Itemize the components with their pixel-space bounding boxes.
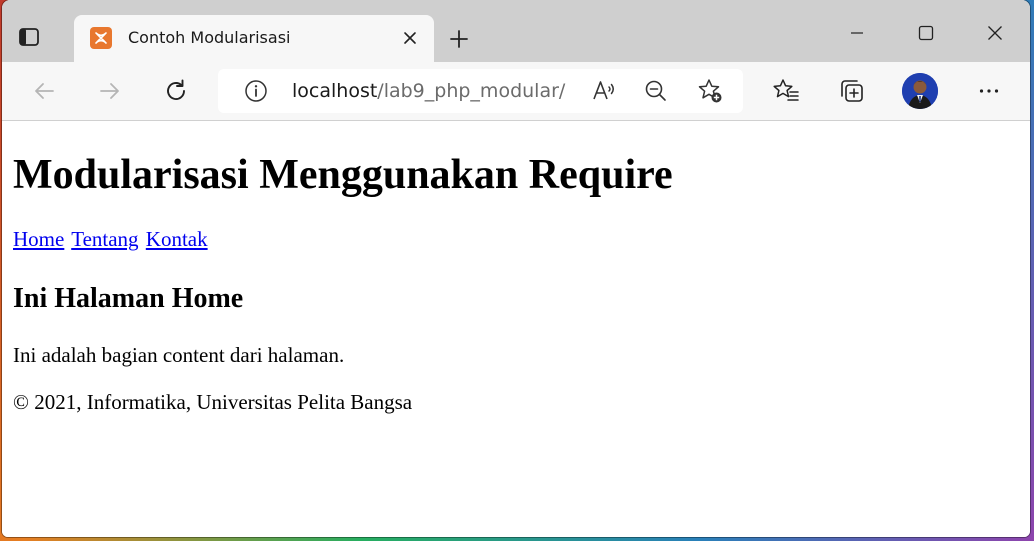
favorites-icon [773,79,799,101]
info-icon [245,80,267,102]
avatar[interactable] [902,73,938,109]
section-heading: Ini Halaman Home [13,283,244,314]
forward-button[interactable] [92,73,128,109]
more-menu-button[interactable] [971,73,1007,109]
close-icon [404,32,416,44]
navigation-toolbar: localhost/lab9_php_modular/ [2,62,1030,121]
close-icon [988,26,1002,40]
xampp-icon [90,27,112,49]
tab-actions-icon [19,28,39,46]
collections-icon [841,80,863,102]
back-arrow-icon [35,83,54,99]
tab-close-button[interactable] [400,28,420,48]
new-tab-button[interactable] [444,24,474,54]
zoom-out-button[interactable] [642,77,670,105]
back-button[interactable] [26,73,62,109]
more-icon [979,89,999,93]
tab-title: Contoh Modularisasi [128,28,291,47]
content-paragraph: Ini adalah bagian content dari halaman. [13,343,345,367]
maximize-button[interactable] [911,18,941,48]
browser-window: Contoh Modularisasi localhost/lab9_php_m… [2,0,1030,537]
favorites-button[interactable] [768,73,804,109]
site-nav: Home Tentang Kontak [13,227,210,252]
plus-icon [450,30,468,48]
minimize-button[interactable] [842,18,872,48]
url-host: localhost [292,80,378,102]
nav-link-tentang[interactable]: Tentang [71,227,138,251]
site-info-button[interactable] [244,79,268,103]
read-aloud-icon [593,81,614,100]
nav-link-kontak[interactable]: Kontak [146,227,208,251]
read-aloud-button[interactable] [590,77,618,105]
tab-strip: Contoh Modularisasi [2,0,1030,62]
footer-text: © 2021, Informatika, Universitas Pelita … [13,390,413,414]
page-content: Modularisasi Menggunakan Require Home Te… [2,121,1030,537]
refresh-button[interactable] [158,73,194,109]
minimize-icon [851,32,863,34]
tab-actions-button[interactable] [12,20,46,54]
url-text[interactable]: localhost/lab9_php_modular/ [292,80,565,102]
add-favorite-icon [698,79,722,103]
refresh-icon [167,79,185,100]
maximize-icon [918,25,934,41]
active-tab[interactable]: Contoh Modularisasi [74,15,434,62]
collections-button[interactable] [834,73,870,109]
address-bar[interactable]: localhost/lab9_php_modular/ [218,69,743,113]
url-path: /lab9_php_modular/ [377,80,566,102]
add-favorite-button[interactable] [696,77,724,105]
page-title: Modularisasi Menggunakan Require [13,152,673,198]
forward-arrow-icon [100,83,119,99]
profile-photo [902,73,938,109]
zoom-out-icon [645,80,666,101]
nav-link-home[interactable]: Home [13,227,64,251]
window-close-button[interactable] [980,18,1010,48]
